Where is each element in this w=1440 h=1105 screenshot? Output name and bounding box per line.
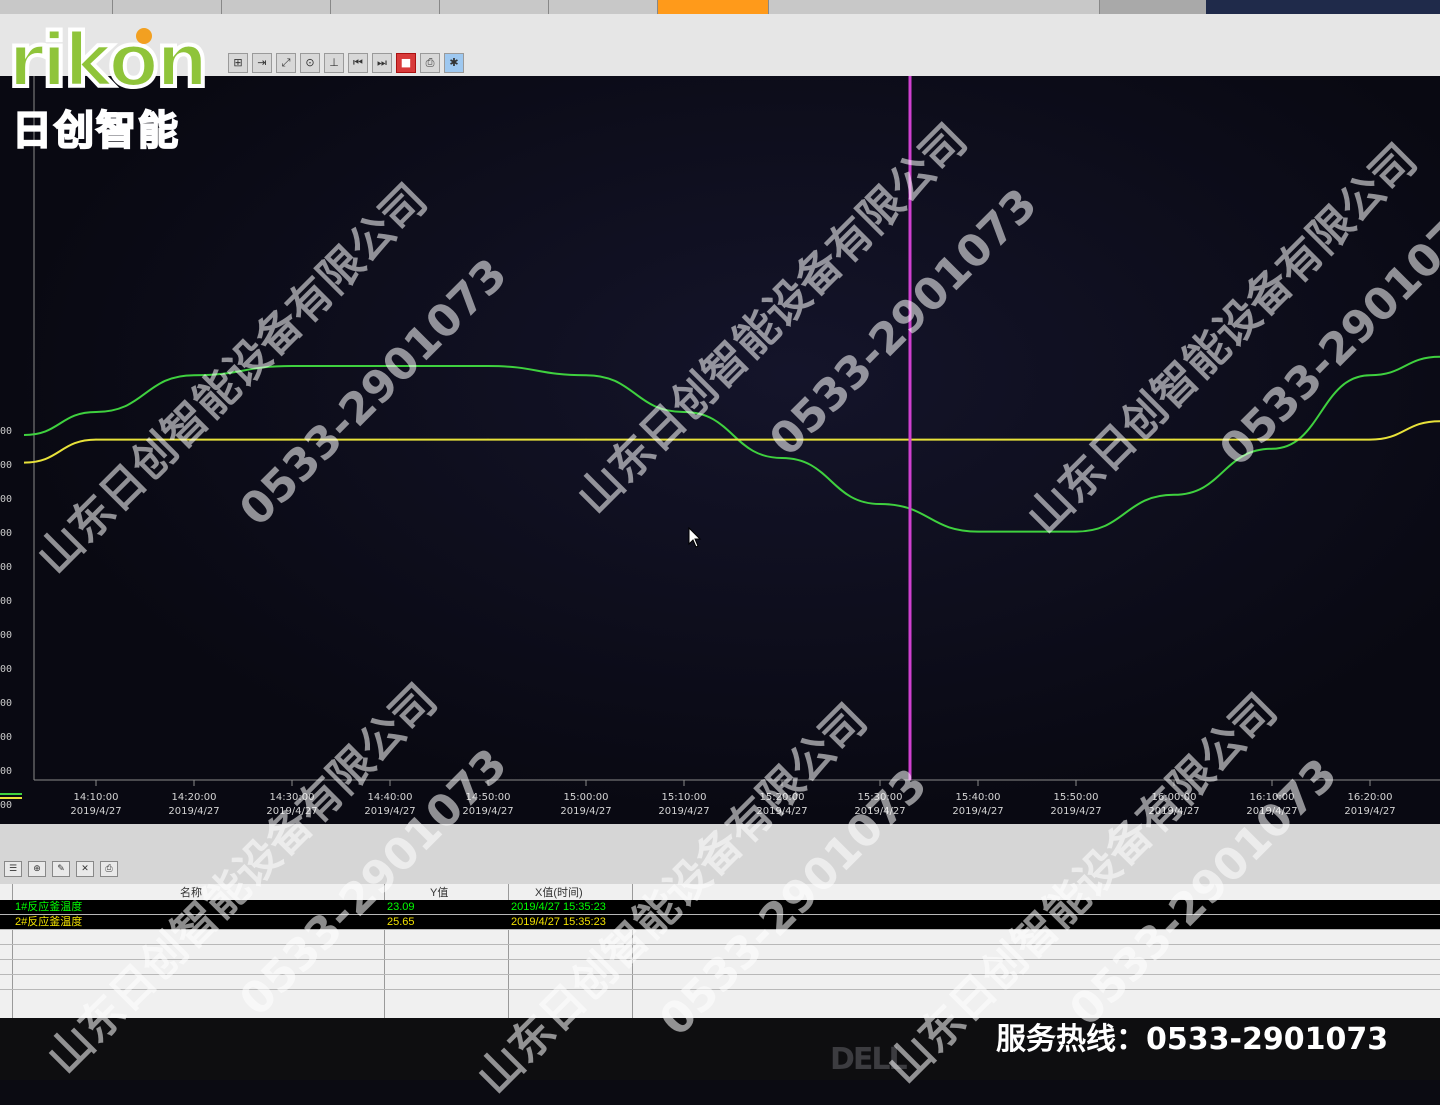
series-1-point (977, 530, 979, 533)
rikon-logo-cn: 日创智能 (11, 107, 180, 155)
series-1-point (781, 457, 783, 459)
col-header-y[interactable]: Y值 (430, 884, 448, 899)
tab-active[interactable] (658, 0, 769, 14)
x-tick-label: 14:20:00 2019/4/27 (168, 792, 220, 817)
series-2-point (1369, 438, 1371, 441)
series-1-point (1173, 494, 1175, 496)
top-tab-strip (0, 0, 1440, 14)
zoom-in-icon[interactable]: ⊞ (228, 53, 248, 73)
panel-print-icon[interactable]: ⎙ (100, 861, 118, 877)
tab-2[interactable] (113, 0, 222, 14)
y-tick-label: 00 (0, 800, 13, 811)
panel-edit-icon[interactable]: ✎ (52, 861, 70, 877)
y-tick-label: 00 (0, 528, 13, 539)
tab-status (1206, 0, 1440, 14)
panel-delete-icon[interactable]: ✕ (76, 861, 94, 877)
panel-toolbar: ☰ ⊕ ✎ ✕ ⎙ (0, 858, 118, 880)
y-tick-label: 00 (0, 766, 13, 777)
series-2-point (585, 438, 587, 441)
logo-dot (136, 28, 152, 44)
tab-6[interactable] (549, 0, 658, 14)
measure-icon[interactable]: ⊥ (324, 53, 344, 73)
toolbar-icons: ⊞ ⇥ ⤢ ⊙ ⊥ ⏮ ⏭ ■ ⎙ ✱ (228, 52, 464, 74)
x-tick-label: 16:20:00 2019/4/27 (1344, 792, 1396, 817)
y-axis-labels: 000000000000000000000000.00 (0, 76, 24, 845)
series-2-point (95, 438, 97, 441)
series-1-point (879, 503, 881, 505)
stop-icon[interactable]: ■ (396, 53, 416, 73)
y-tick-label: 00 (0, 664, 13, 675)
y-tick-label: 00 (0, 596, 13, 607)
tab-8[interactable] (769, 0, 1100, 14)
series-2-point (1173, 438, 1175, 441)
x-tick-label: 15:00:00 2019/4/27 (560, 792, 612, 817)
tab-1[interactable] (0, 0, 113, 14)
tab-4[interactable] (331, 0, 440, 14)
series-1-point (95, 411, 97, 413)
x-tick-label: 15:40:00 2019/4/27 (952, 792, 1004, 817)
x-tick-label: 14:10:00 2019/4/27 (70, 792, 122, 817)
series-1-point (487, 365, 489, 367)
col-header-x[interactable]: X值(时间) (535, 884, 583, 899)
mouse-pointer-icon (688, 527, 702, 548)
series-1-point (291, 365, 293, 367)
series-1-point (1369, 374, 1371, 377)
series-2-point (487, 438, 489, 441)
series-2-point (977, 438, 979, 441)
series-2-point (879, 438, 881, 441)
settings-icon[interactable]: ✱ (444, 53, 464, 73)
y-tick-label: 00 (0, 630, 13, 641)
zoom-out-icon[interactable]: ⇥ (252, 53, 272, 73)
rewind-icon[interactable]: ⏮ (348, 53, 368, 73)
tab-5[interactable] (440, 0, 549, 14)
row-y-value: 23.09 (387, 901, 415, 913)
fit-icon[interactable]: ⤢ (276, 53, 296, 73)
rikon-logo: rikon (6, 18, 211, 104)
panel-list-icon[interactable]: ☰ (4, 861, 22, 877)
y-tick-label: 00 (0, 562, 13, 573)
print-icon[interactable]: ⎙ (420, 53, 440, 73)
y-tick-label: 00 (0, 732, 13, 743)
tab-3[interactable] (222, 0, 331, 14)
row-y-value: 25.65 (387, 916, 415, 928)
panel-add-icon[interactable]: ⊕ (28, 861, 46, 877)
cursor-icon[interactable]: ⊙ (300, 53, 320, 73)
series-1-point (585, 374, 587, 377)
forward-icon[interactable]: ⏭ (372, 53, 392, 73)
y-tick-label: 00 (0, 494, 13, 505)
toolbar (0, 14, 1440, 76)
service-hotline: 服务热线：0533-2901073 (996, 1022, 1389, 1057)
y-tick-label: 00 (0, 460, 13, 471)
series-1-point (1075, 530, 1077, 533)
y-tick-label: 00 (0, 698, 13, 709)
y-tick-label: 00 (0, 426, 13, 437)
series-2-point (389, 438, 391, 441)
